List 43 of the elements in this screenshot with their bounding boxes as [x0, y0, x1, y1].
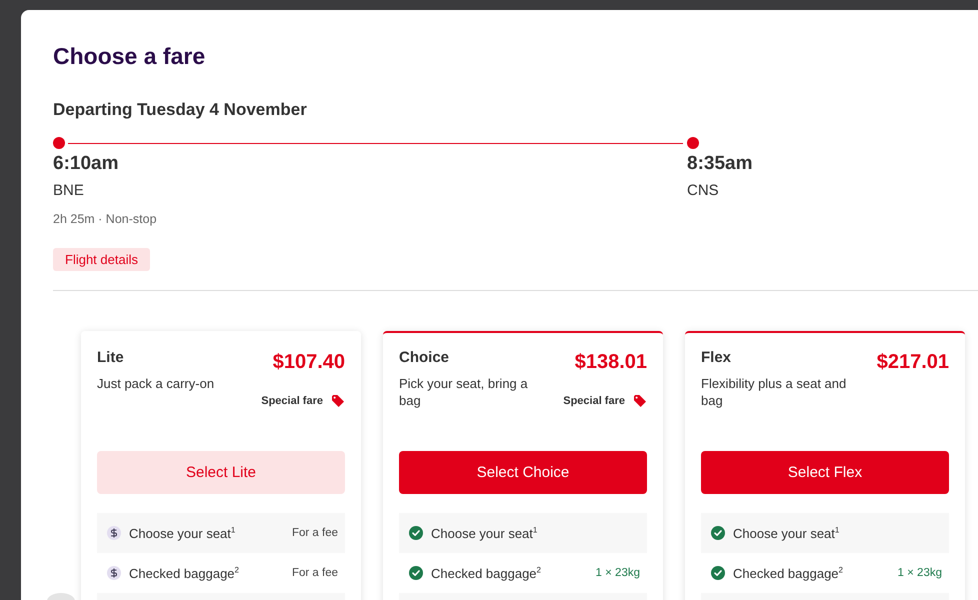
select-fare-button[interactable]: Select Flex [701, 451, 949, 494]
feature-label: Choose your seat$^{1}$ [431, 524, 538, 542]
special-fare-label: Special fare [563, 394, 625, 409]
feature-label: Choose your seat$^{1}$ [129, 524, 236, 542]
dollar-icon [107, 566, 121, 580]
check-circle-icon [409, 566, 423, 580]
feature-label: Checked baggage$^{2}$ [431, 564, 542, 582]
departure-airport: BNE [53, 181, 85, 201]
tag-icon [331, 394, 345, 408]
feature-label: Checked baggage$^{2}$ [733, 564, 844, 582]
fare-name: Choice [399, 348, 450, 368]
fare-name: Lite [97, 348, 125, 368]
fare-price: $217.01 [876, 350, 949, 374]
select-fare-button[interactable]: Select Choice [399, 451, 647, 494]
feature-value: For a fee [292, 526, 338, 541]
flight-summary: 2h 25m · Non-stop [53, 211, 158, 227]
arrival-dot-icon [687, 137, 699, 149]
check-circle-icon [711, 526, 725, 540]
departure-dot-icon [53, 137, 65, 149]
arrival-time: 8:35am [687, 152, 752, 176]
feature-value: 1 × 23kg [596, 566, 640, 581]
feature-label: Choose your seat$^{1}$ [733, 524, 840, 542]
carousel-button[interactable] [47, 593, 75, 600]
departure-time: 6:10am [53, 152, 120, 176]
dollar-icon [107, 526, 121, 540]
flight-details-button[interactable]: Flight details [53, 248, 150, 271]
fare-name: Flex [701, 348, 732, 368]
departure-heading: Departing Tuesday 4 November [53, 99, 308, 121]
dialog-title: Choose a fare [53, 42, 206, 70]
special-fare-label: Special fare [261, 394, 323, 409]
fare-price: $138.01 [574, 350, 647, 374]
tag-icon [633, 394, 647, 408]
arrival-airport: CNS [687, 181, 720, 201]
select-fare-button[interactable]: Select Lite [97, 451, 345, 494]
fare-description: Pick your seat, bring a bag [399, 375, 529, 409]
fare-description: Flexibility plus a seat and bag [701, 375, 848, 409]
check-circle-icon [711, 566, 725, 580]
fare-price: $107.40 [272, 350, 345, 374]
feature-value: 1 × 23kg [898, 566, 942, 581]
fare-description: Just pack a carry-on [97, 375, 214, 392]
check-circle-icon [409, 526, 423, 540]
feature-label: Checked baggage$^{2}$ [129, 564, 240, 582]
feature-value: For a fee [292, 566, 338, 581]
